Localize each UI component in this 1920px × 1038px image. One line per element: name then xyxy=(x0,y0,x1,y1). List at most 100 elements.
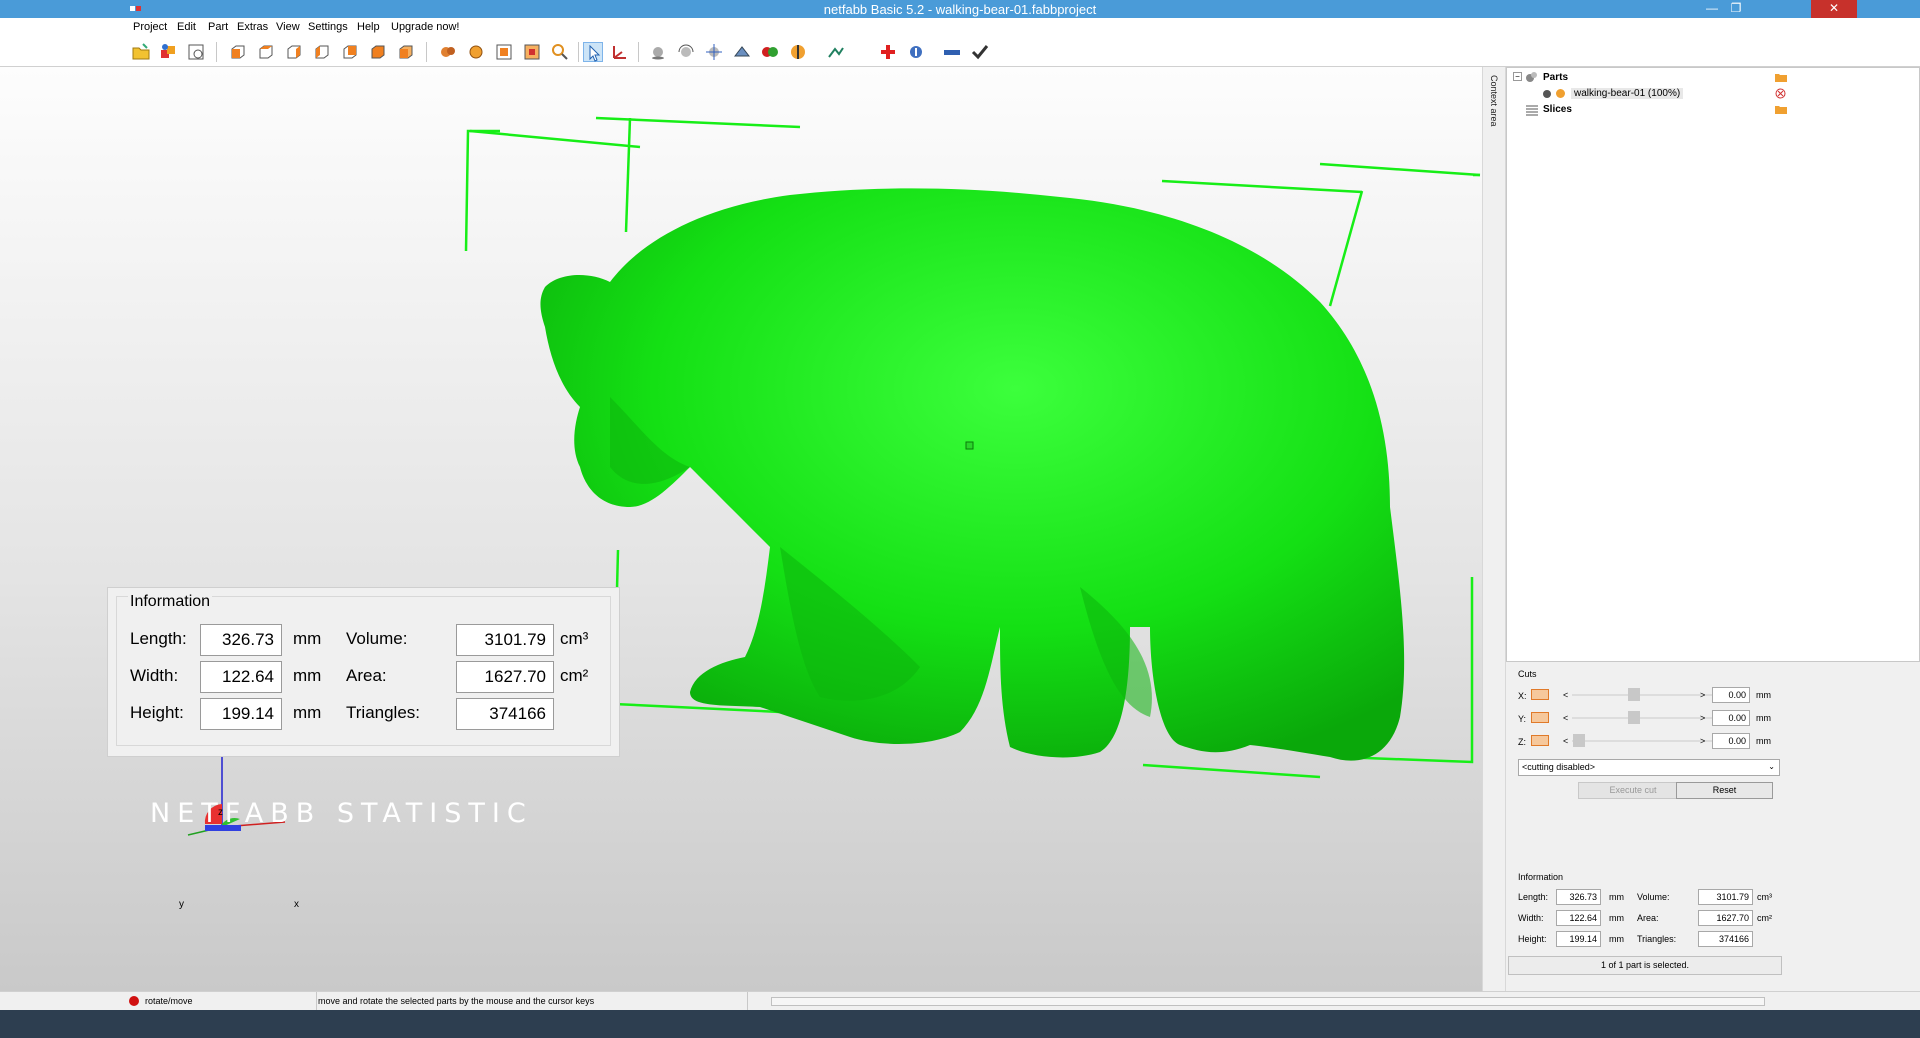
execute-cut-button[interactable]: Execute cut xyxy=(1578,782,1688,799)
cut-y-value[interactable]: 0.00 xyxy=(1712,710,1750,726)
mesh-icon[interactable] xyxy=(466,42,486,62)
panel-area-unit: cm² xyxy=(1757,913,1772,923)
view-front-icon[interactable] xyxy=(228,42,248,62)
panel-area-label: Area: xyxy=(1637,913,1659,923)
cut-z-value[interactable]: 0.00 xyxy=(1712,733,1750,749)
save-icon[interactable] xyxy=(186,42,206,62)
view-back-icon[interactable] xyxy=(256,42,276,62)
cut-x-color[interactable] xyxy=(1531,689,1549,700)
menu-help[interactable]: Help xyxy=(357,21,380,33)
context-area-tab[interactable]: Context area xyxy=(1482,67,1506,991)
color-icon[interactable] xyxy=(760,42,780,62)
part-mesh-icon xyxy=(1556,89,1565,98)
measure-icon[interactable] xyxy=(826,42,846,62)
remove-part-icon[interactable] xyxy=(1775,88,1786,99)
zoom-all-icon[interactable] xyxy=(494,42,514,62)
parts-label: Parts xyxy=(1543,72,1569,83)
tree-slices-node[interactable]: Slices xyxy=(1513,104,1913,119)
panel-height-unit: mm xyxy=(1609,934,1624,944)
context-area-label: Context area xyxy=(1489,75,1499,127)
reset-button[interactable]: Reset xyxy=(1676,782,1773,799)
cut-y-decrease[interactable]: < xyxy=(1563,713,1568,723)
cut-z-thumb[interactable] xyxy=(1573,734,1585,747)
sphere-icon[interactable] xyxy=(648,42,668,62)
menu-extras[interactable]: Extras xyxy=(237,21,268,33)
ruler-icon[interactable] xyxy=(942,42,962,62)
view-top-icon[interactable] xyxy=(340,42,360,62)
scale-icon[interactable] xyxy=(704,42,724,62)
cut-x-increase[interactable]: > xyxy=(1700,690,1705,700)
minimize-button[interactable]: — xyxy=(1700,0,1724,18)
collapse-icon[interactable]: − xyxy=(1513,72,1522,81)
menu-upgrade[interactable]: Upgrade now! xyxy=(391,21,460,33)
toolbar xyxy=(0,37,1920,67)
panel-volume-label: Volume: xyxy=(1637,892,1670,902)
tree-parts-node[interactable]: − Parts xyxy=(1513,72,1913,87)
add-part-icon[interactable] xyxy=(158,42,178,62)
parts-folder-icon[interactable] xyxy=(1775,72,1787,82)
menu-part[interactable]: Part xyxy=(208,21,228,33)
width-unit: mm xyxy=(293,666,322,685)
cut-z-decrease[interactable]: < xyxy=(1563,736,1568,746)
cut-z-color[interactable] xyxy=(1531,735,1549,746)
check-icon[interactable] xyxy=(970,42,990,62)
menu-view[interactable]: View xyxy=(276,21,300,33)
view-left-icon[interactable] xyxy=(284,42,304,62)
analysis-icon[interactable] xyxy=(906,42,926,62)
bear-model[interactable] xyxy=(0,67,1482,991)
cut-x-decrease[interactable]: < xyxy=(1563,690,1568,700)
selection-marker[interactable] xyxy=(965,441,974,450)
axis-x-label: x xyxy=(294,899,299,910)
panel-volume-value: 3101.79 xyxy=(1698,889,1753,905)
section-icon[interactable] xyxy=(788,42,808,62)
cut-y-thumb[interactable] xyxy=(1628,711,1640,724)
zoom-selection-icon[interactable] xyxy=(522,42,542,62)
cut-y-color[interactable] xyxy=(1531,712,1549,723)
length-label: Length: xyxy=(130,629,187,648)
close-button[interactable]: ✕ xyxy=(1748,0,1920,18)
cutting-mode-select[interactable]: <cutting disabled> ⌄ xyxy=(1518,759,1780,776)
mirror-icon[interactable] xyxy=(732,42,752,62)
maximize-button[interactable]: ❐ xyxy=(1724,0,1748,18)
parts-icon xyxy=(1526,72,1537,82)
height-unit: mm xyxy=(293,703,322,722)
panel-volume-unit: cm³ xyxy=(1757,892,1772,902)
statistic-watermark: NETFABB STATISTIC xyxy=(150,798,533,829)
select-arrow-icon[interactable] xyxy=(583,42,603,62)
panel-height-label: Height: xyxy=(1518,934,1547,944)
cut-y-label: Y: xyxy=(1518,714,1527,724)
cut-x-thumb[interactable] xyxy=(1628,688,1640,701)
shading-icon[interactable] xyxy=(438,42,458,62)
cut-z-unit: mm xyxy=(1756,736,1771,746)
view-bottom-icon[interactable] xyxy=(368,42,388,62)
3d-viewport[interactable]: z y x NETFABB STATISTIC Information Leng… xyxy=(0,67,1482,991)
triangles-value: 374166 xyxy=(456,698,554,730)
panel-height-value: 199.14 xyxy=(1556,931,1601,947)
menu-project[interactable]: Project xyxy=(133,21,167,33)
menu-bar: Project Edit Part Extras View Settings H… xyxy=(0,18,1920,37)
part-visible-icon[interactable] xyxy=(1543,90,1551,98)
width-label: Width: xyxy=(130,666,179,685)
move-axes-icon[interactable] xyxy=(610,42,630,62)
menu-edit[interactable]: Edit xyxy=(177,21,196,33)
cut-x-value[interactable]: 0.00 xyxy=(1712,687,1750,703)
view-perspective-icon[interactable] xyxy=(396,42,416,62)
cut-z-label: Z: xyxy=(1518,737,1526,747)
panel-area-value: 1627.70 xyxy=(1698,910,1753,926)
info-overlay: Information Length: 326.73 mm Width: 122… xyxy=(107,587,620,757)
triangles-label: Triangles: xyxy=(346,703,421,722)
menu-settings[interactable]: Settings xyxy=(308,21,348,33)
rotate-icon[interactable] xyxy=(676,42,696,62)
cut-y-increase[interactable]: > xyxy=(1700,713,1705,723)
slices-label: Slices xyxy=(1543,104,1572,115)
zoom-icon[interactable] xyxy=(550,42,570,62)
slices-folder-icon[interactable] xyxy=(1775,104,1787,114)
cut-x-unit: mm xyxy=(1756,690,1771,700)
repair-cross-icon[interactable] xyxy=(878,42,898,62)
cuts-title: Cuts xyxy=(1518,669,1537,679)
tree-part-item[interactable]: walking-bear-01 (100%) xyxy=(1513,88,1913,103)
open-project-icon[interactable] xyxy=(131,42,151,62)
cut-z-increase[interactable]: > xyxy=(1700,736,1705,746)
view-right-icon[interactable] xyxy=(312,42,332,62)
width-value: 122.64 xyxy=(200,661,282,693)
